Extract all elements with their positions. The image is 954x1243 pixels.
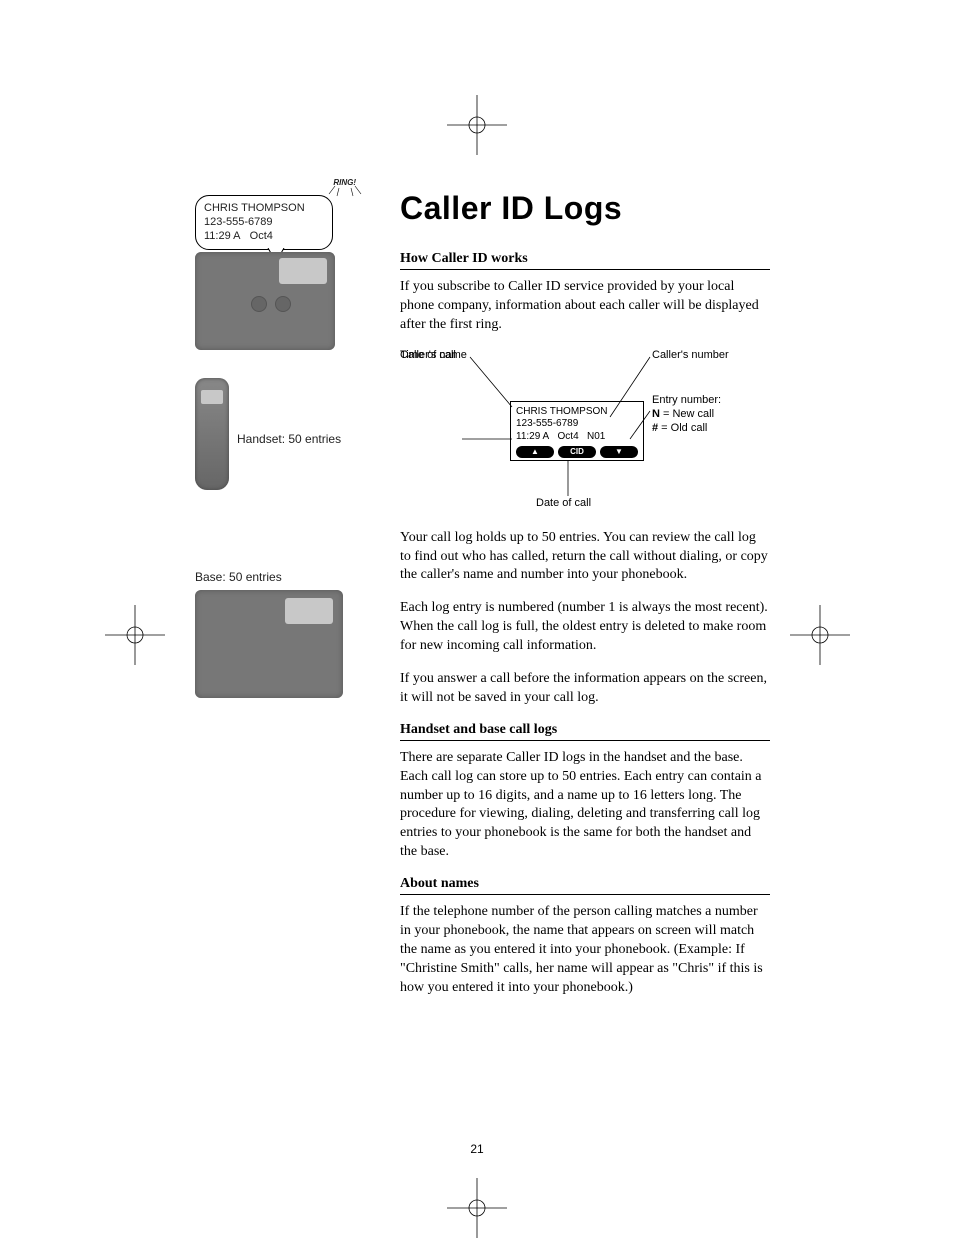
handset-entries-label: Handset: 50 entries bbox=[237, 432, 375, 446]
ring-icon: RING! bbox=[333, 178, 356, 188]
registration-mark-icon bbox=[447, 1178, 507, 1238]
caller-id-callout: RING! CHRIS THOMPSON 123-555-6789 11:29 … bbox=[195, 195, 333, 250]
callout-time-date: 11:29 A Oct4 bbox=[204, 230, 324, 244]
softkey-up-icon: ▲ bbox=[516, 446, 554, 458]
softkey-cid: CID bbox=[558, 446, 596, 458]
handset-illustration bbox=[195, 378, 229, 490]
lcd-screen: CHRIS THOMPSON 123-555-6789 11:29 A Oct4… bbox=[510, 401, 644, 462]
section-heading-handset-base: Handset and base call logs bbox=[400, 722, 770, 741]
diagram-label-number: Caller's number bbox=[652, 349, 729, 361]
phone-base-illustration-2 bbox=[195, 590, 343, 698]
page-number: 21 bbox=[0, 1142, 954, 1156]
page: RING! CHRIS THOMPSON 123-555-6789 11:29 … bbox=[0, 0, 954, 1235]
sidebar-illustrations: RING! CHRIS THOMPSON 123-555-6789 11:29 … bbox=[195, 195, 375, 698]
caller-id-diagram: Caller's name Caller's number Time of ca… bbox=[400, 349, 760, 519]
body-text: Your call log holds up to 50 entries. Yo… bbox=[400, 529, 770, 586]
section-heading-about-names: About names bbox=[400, 876, 770, 895]
registration-mark-icon bbox=[447, 95, 507, 155]
lcd-name: CHRIS THOMPSON bbox=[516, 406, 638, 419]
body-text: Each log entry is numbered (number 1 is … bbox=[400, 599, 770, 656]
body-text: If you answer a call before the informat… bbox=[400, 670, 770, 708]
diagram-label-time: Time of call bbox=[400, 349, 456, 361]
softkey-down-icon: ▼ bbox=[600, 446, 638, 458]
registration-mark-icon bbox=[105, 605, 165, 665]
callout-number: 123-555-6789 bbox=[204, 216, 324, 230]
lcd-softkeys: ▲ CID ▼ bbox=[516, 446, 638, 458]
phone-base-illustration bbox=[195, 252, 335, 350]
body-text: If you subscribe to Caller ID service pr… bbox=[400, 278, 770, 335]
lcd-row3: 11:29 A Oct4 N01 bbox=[516, 431, 638, 444]
body-text: There are separate Caller ID logs in the… bbox=[400, 749, 770, 862]
main-column: Caller ID Logs How Caller ID works If yo… bbox=[400, 190, 770, 1012]
base-entries-label: Base: 50 entries bbox=[195, 570, 375, 584]
diagram-label-date: Date of call bbox=[536, 497, 591, 509]
lcd-number: 123-555-6789 bbox=[516, 418, 638, 431]
diagram-label-entry: Entry number: N = New call # = Old call bbox=[652, 393, 721, 436]
callout-name: CHRIS THOMPSON bbox=[204, 202, 324, 216]
page-title: Caller ID Logs bbox=[400, 190, 770, 227]
registration-mark-icon bbox=[790, 605, 850, 665]
body-text: If the telephone number of the person ca… bbox=[400, 903, 770, 997]
section-heading-how-works: How Caller ID works bbox=[400, 251, 770, 270]
